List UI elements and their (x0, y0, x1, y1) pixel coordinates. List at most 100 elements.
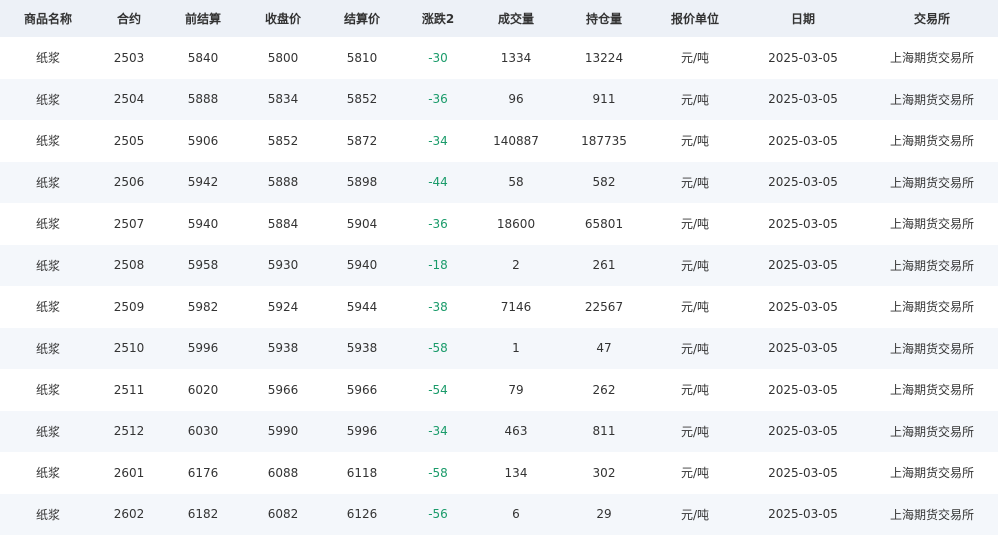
cell-product: 纸浆 (0, 411, 96, 453)
cell-settle: 5944 (322, 286, 402, 328)
cell-open-interest: 262 (558, 369, 650, 411)
cell-settle: 5810 (322, 37, 402, 79)
cell-close: 5924 (244, 286, 322, 328)
cell-change: -34 (402, 411, 474, 453)
cell-unit: 元/吨 (650, 37, 740, 79)
cell-change: -36 (402, 79, 474, 121)
cell-settle: 5898 (322, 162, 402, 204)
cell-product: 纸浆 (0, 328, 96, 370)
table-header: 商品名称 合约 前结算 收盘价 结算价 涨跌2 成交量 持仓量 报价单位 日期 … (0, 0, 998, 37)
cell-open-interest: 65801 (558, 203, 650, 245)
cell-settle: 5940 (322, 245, 402, 287)
cell-prev-settle: 5940 (162, 203, 244, 245)
cell-contract: 2509 (96, 286, 162, 328)
column-header-product: 商品名称 (0, 0, 96, 37)
cell-exchange: 上海期货交易所 (866, 162, 998, 204)
table-row: 纸浆2504588858345852-3696911元/吨2025-03-05上… (0, 79, 998, 121)
cell-date: 2025-03-05 (740, 452, 866, 494)
cell-change: -34 (402, 120, 474, 162)
cell-product: 纸浆 (0, 452, 96, 494)
column-header-settle: 结算价 (322, 0, 402, 37)
cell-settle: 6126 (322, 494, 402, 535)
cell-date: 2025-03-05 (740, 328, 866, 370)
cell-volume: 7146 (474, 286, 558, 328)
cell-product: 纸浆 (0, 494, 96, 535)
column-header-prev-settle: 前结算 (162, 0, 244, 37)
cell-date: 2025-03-05 (740, 411, 866, 453)
column-header-open-interest: 持仓量 (558, 0, 650, 37)
cell-date: 2025-03-05 (740, 37, 866, 79)
cell-prev-settle: 6182 (162, 494, 244, 535)
cell-prev-settle: 5906 (162, 120, 244, 162)
cell-close: 5966 (244, 369, 322, 411)
cell-contract: 2602 (96, 494, 162, 535)
table-row: 纸浆2506594258885898-4458582元/吨2025-03-05上… (0, 162, 998, 204)
cell-contract: 2503 (96, 37, 162, 79)
cell-product: 纸浆 (0, 120, 96, 162)
cell-prev-settle: 5982 (162, 286, 244, 328)
cell-settle: 5996 (322, 411, 402, 453)
cell-close: 5990 (244, 411, 322, 453)
table-row: 纸浆2509598259245944-38714622567元/吨2025-03… (0, 286, 998, 328)
column-header-volume: 成交量 (474, 0, 558, 37)
cell-change: -36 (402, 203, 474, 245)
cell-close: 5852 (244, 120, 322, 162)
cell-exchange: 上海期货交易所 (866, 37, 998, 79)
cell-volume: 1 (474, 328, 558, 370)
cell-open-interest: 187735 (558, 120, 650, 162)
cell-volume: 134 (474, 452, 558, 494)
cell-date: 2025-03-05 (740, 286, 866, 328)
cell-change: -38 (402, 286, 474, 328)
cell-volume: 79 (474, 369, 558, 411)
cell-product: 纸浆 (0, 37, 96, 79)
futures-quote-table: 商品名称 合约 前结算 收盘价 结算价 涨跌2 成交量 持仓量 报价单位 日期 … (0, 0, 998, 535)
cell-unit: 元/吨 (650, 203, 740, 245)
cell-date: 2025-03-05 (740, 120, 866, 162)
cell-unit: 元/吨 (650, 245, 740, 287)
cell-exchange: 上海期货交易所 (866, 494, 998, 535)
cell-open-interest: 811 (558, 411, 650, 453)
cell-settle: 5966 (322, 369, 402, 411)
column-header-change: 涨跌2 (402, 0, 474, 37)
cell-contract: 2601 (96, 452, 162, 494)
table-row: 纸浆2602618260826126-56629元/吨2025-03-05上海期… (0, 494, 998, 535)
cell-product: 纸浆 (0, 286, 96, 328)
table-row: 纸浆2505590658525872-34140887187735元/吨2025… (0, 120, 998, 162)
cell-exchange: 上海期货交易所 (866, 411, 998, 453)
cell-contract: 2505 (96, 120, 162, 162)
cell-exchange: 上海期货交易所 (866, 245, 998, 287)
cell-volume: 96 (474, 79, 558, 121)
table-row: 纸浆2507594058845904-361860065801元/吨2025-0… (0, 203, 998, 245)
cell-prev-settle: 5996 (162, 328, 244, 370)
cell-close: 5938 (244, 328, 322, 370)
cell-contract: 2508 (96, 245, 162, 287)
cell-settle: 6118 (322, 452, 402, 494)
cell-volume: 1334 (474, 37, 558, 79)
cell-prev-settle: 5888 (162, 79, 244, 121)
cell-change: -56 (402, 494, 474, 535)
cell-volume: 463 (474, 411, 558, 453)
cell-change: -58 (402, 452, 474, 494)
cell-volume: 140887 (474, 120, 558, 162)
cell-open-interest: 582 (558, 162, 650, 204)
cell-contract: 2510 (96, 328, 162, 370)
cell-exchange: 上海期货交易所 (866, 452, 998, 494)
cell-open-interest: 47 (558, 328, 650, 370)
cell-change: -54 (402, 369, 474, 411)
table-row: 纸浆2511602059665966-5479262元/吨2025-03-05上… (0, 369, 998, 411)
cell-change: -44 (402, 162, 474, 204)
cell-product: 纸浆 (0, 79, 96, 121)
table-row: 纸浆2508595859305940-182261元/吨2025-03-05上海… (0, 245, 998, 287)
cell-open-interest: 911 (558, 79, 650, 121)
column-header-contract: 合约 (96, 0, 162, 37)
cell-unit: 元/吨 (650, 120, 740, 162)
cell-unit: 元/吨 (650, 411, 740, 453)
cell-prev-settle: 5942 (162, 162, 244, 204)
cell-close: 5930 (244, 245, 322, 287)
cell-open-interest: 29 (558, 494, 650, 535)
cell-contract: 2511 (96, 369, 162, 411)
cell-change: -58 (402, 328, 474, 370)
cell-unit: 元/吨 (650, 79, 740, 121)
cell-unit: 元/吨 (650, 286, 740, 328)
table-row: 纸浆2510599659385938-58147元/吨2025-03-05上海期… (0, 328, 998, 370)
